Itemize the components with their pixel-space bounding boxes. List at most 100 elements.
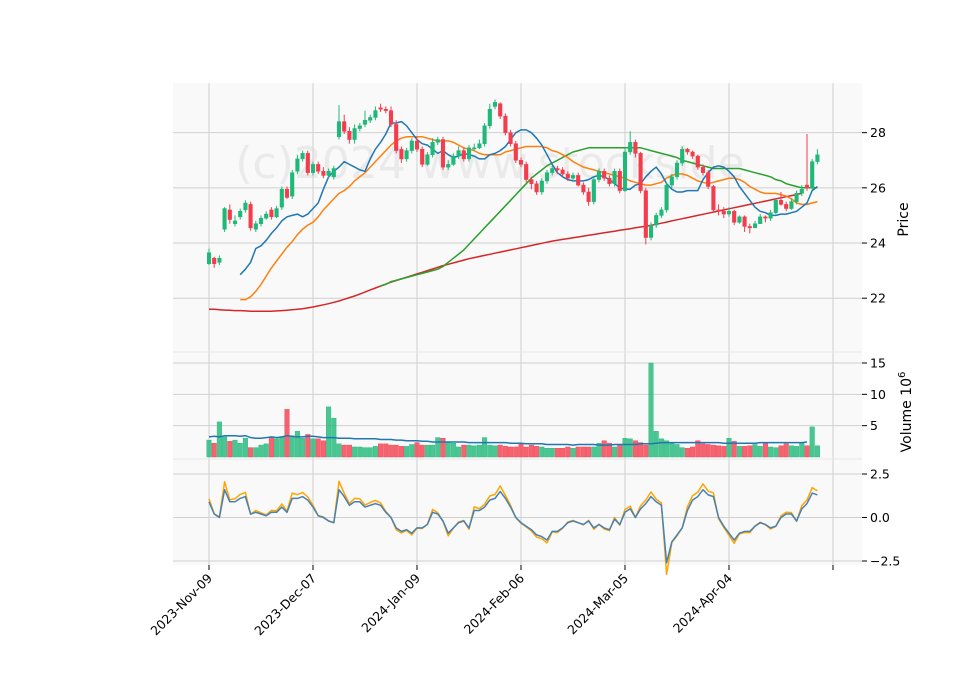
candle-body: [388, 110, 394, 125]
candle-body: [264, 213, 269, 219]
volume-bar: [684, 448, 690, 458]
volume-bar: [814, 445, 820, 458]
price-tick-label: 28: [870, 125, 886, 140]
candle-body: [529, 179, 534, 184]
volume-bar: [476, 444, 482, 458]
volume-bar: [570, 448, 576, 458]
volume-bar: [461, 444, 467, 458]
candle-body: [290, 172, 295, 197]
volume-bar: [653, 431, 659, 458]
volume-bar: [632, 440, 638, 458]
volume-bar: [320, 440, 326, 458]
candle-body: [373, 110, 378, 118]
candle-body: [472, 147, 477, 150]
volume-bar: [804, 445, 810, 458]
volume-bar: [435, 437, 441, 458]
candle-body: [394, 124, 399, 151]
candle-body: [617, 171, 622, 191]
volume-bar: [591, 446, 597, 458]
volume-bar: [315, 438, 321, 458]
volume-bar: [549, 448, 555, 458]
candle-body: [815, 154, 820, 162]
candle-body: [706, 172, 711, 187]
candle-body: [643, 190, 648, 238]
osc-tick-label: 0.0: [870, 510, 890, 525]
volume-bar: [487, 444, 493, 458]
volume-bar: [305, 434, 311, 458]
candle-body: [695, 155, 700, 168]
candle-body: [726, 211, 732, 215]
volume-bar: [513, 446, 519, 458]
candle-body: [664, 184, 669, 211]
candle-body: [378, 107, 383, 110]
candle-body: [534, 183, 539, 193]
volume-bar: [222, 436, 228, 458]
volume-bar: [289, 436, 295, 458]
volume-bar: [398, 446, 404, 458]
candle-body: [243, 202, 248, 211]
volume-bar: [445, 442, 451, 458]
candle-body: [607, 177, 612, 184]
volume-bar: [518, 443, 524, 458]
candle-body: [357, 125, 362, 129]
candle-body: [414, 140, 420, 150]
candle-body: [404, 150, 409, 160]
volume-bar: [752, 444, 758, 458]
volume-bar: [471, 445, 477, 458]
volume-bar: [747, 445, 753, 458]
candle-body: [258, 217, 264, 224]
x-tick-label: 2023-Dec-07: [251, 571, 319, 639]
candle-body: [586, 191, 591, 202]
candle-body: [477, 143, 482, 149]
candle-body: [659, 209, 664, 216]
volume-bar: [492, 445, 498, 458]
watermark: (c)2024 www.stockside: [235, 138, 744, 189]
candle-body: [560, 169, 565, 175]
candle-body: [628, 142, 633, 153]
candle-body: [700, 166, 706, 173]
candle-body: [638, 153, 643, 191]
candle-body: [461, 150, 466, 160]
volume-bar: [294, 431, 300, 458]
candle-body: [763, 216, 768, 219]
volume-bar: [383, 443, 389, 458]
volume-bar: [580, 446, 586, 458]
candle-body: [456, 150, 461, 157]
volume-bar: [346, 444, 352, 458]
candle-body: [591, 179, 596, 202]
candle-body: [300, 153, 305, 160]
candle-body: [451, 155, 456, 165]
candle-body: [305, 153, 310, 173]
volume-bar: [679, 447, 685, 458]
candle-body: [581, 184, 586, 193]
candle-body: [804, 184, 810, 189]
candle-body: [648, 224, 654, 238]
volume-bar: [450, 443, 456, 458]
candle-body: [758, 216, 763, 224]
volume-tick-label: 15: [870, 356, 886, 371]
volume-bar: [341, 444, 347, 458]
candle-body: [570, 175, 576, 179]
stock-chart: 2023-Nov-09 2023-Dec-07 2024-Jan-09 2024-Fe…: [0, 0, 960, 690]
candle-body: [508, 132, 513, 144]
x-tick-label: 2024-Apr-04: [670, 570, 735, 635]
candle-body: [383, 108, 388, 111]
volume-bar: [456, 446, 462, 458]
volume-bar: [482, 437, 488, 458]
candle-body: [768, 212, 773, 219]
candle-body: [326, 171, 331, 176]
volume-bar: [424, 444, 430, 458]
volume-bar: [523, 446, 529, 458]
volume-bar: [242, 438, 248, 458]
volume-bar: [757, 446, 763, 458]
volume-bar: [622, 438, 628, 458]
volume-bar: [586, 446, 592, 458]
candle-body: [492, 102, 498, 107]
candle-body: [435, 139, 440, 143]
candle-body: [409, 140, 414, 151]
volume-bar: [575, 446, 581, 458]
x-tick-label: 2024-Feb-06: [461, 570, 527, 636]
price-tick-label: 24: [870, 236, 886, 251]
candle-body: [206, 252, 212, 264]
candle-body: [518, 160, 524, 165]
